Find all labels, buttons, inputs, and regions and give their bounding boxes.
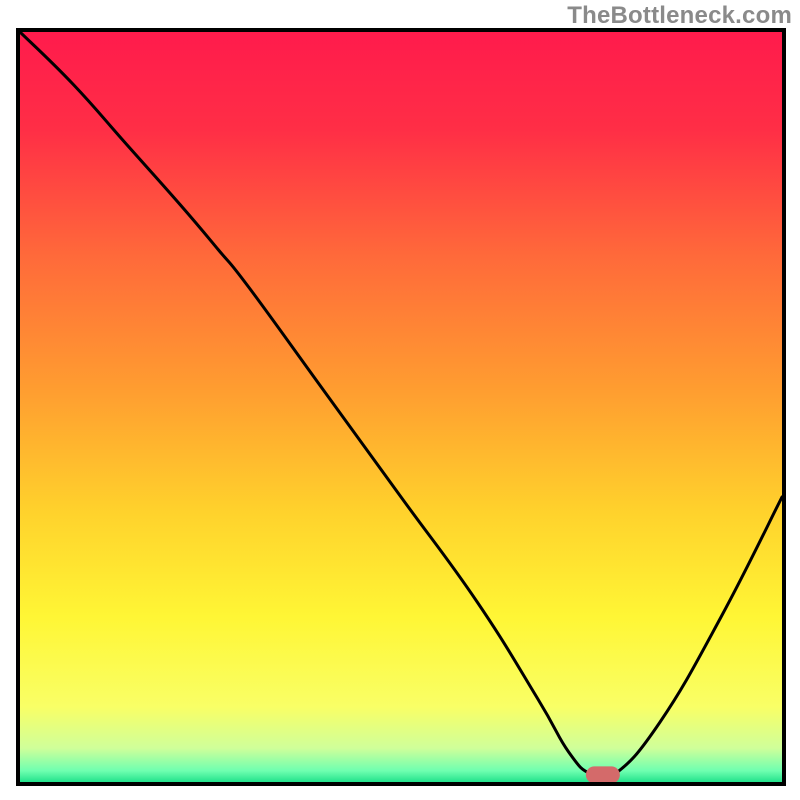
- chart-root: TheBottleneck.com: [0, 0, 800, 800]
- bottleneck-curve: [20, 32, 782, 782]
- curve-path: [20, 32, 782, 781]
- plot-layers: [20, 32, 782, 782]
- watermark-text: TheBottleneck.com: [567, 2, 792, 30]
- optimal-marker: [586, 766, 620, 783]
- plot-frame: [16, 28, 786, 786]
